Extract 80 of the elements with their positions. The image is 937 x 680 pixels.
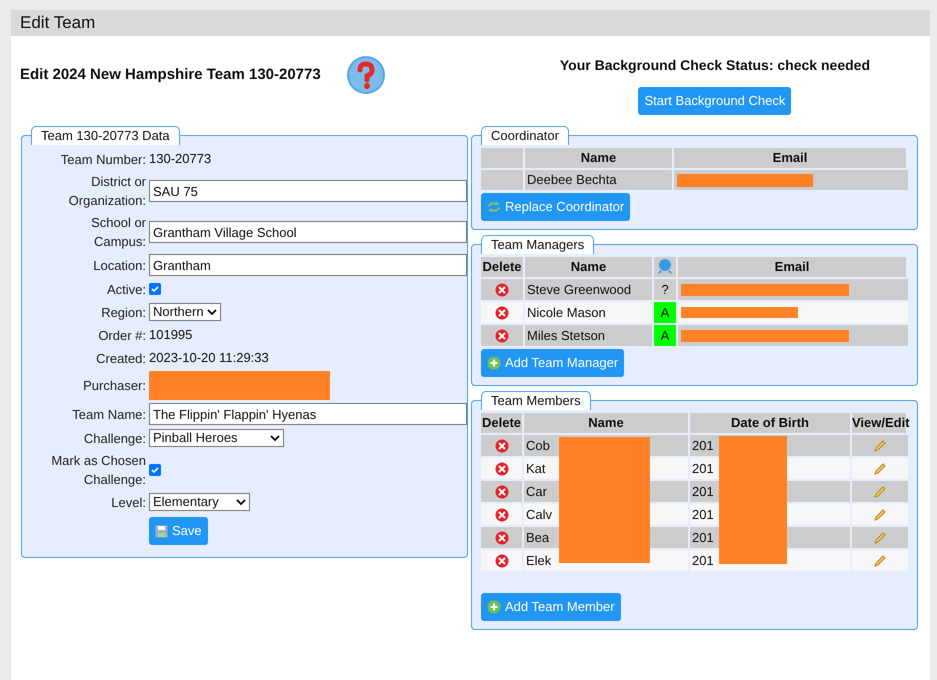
panel-legend: Team 130-20773 Data bbox=[31, 126, 180, 145]
chevron-down-icon bbox=[270, 434, 280, 442]
field-value: 101995 bbox=[149, 326, 192, 344]
table-cell: 201 bbox=[692, 484, 714, 499]
field-label: Purchaser: bbox=[83, 378, 146, 393]
delete-icon[interactable] bbox=[495, 282, 509, 296]
checkbox[interactable] bbox=[149, 283, 161, 295]
field-value: 2023-10-20 11:29:33 bbox=[149, 349, 269, 368]
field-label: District or Organization: bbox=[68, 174, 146, 208]
table-cell: Kat bbox=[526, 461, 546, 476]
table-cell: Steve Greenwood bbox=[525, 279, 654, 300]
table-cell: 201 bbox=[692, 507, 714, 522]
dropdown[interactable]: Northern bbox=[149, 303, 221, 321]
plus-icon bbox=[487, 356, 501, 370]
award-badge-icon bbox=[656, 258, 674, 276]
table-cell: Nicole Mason bbox=[525, 302, 654, 323]
pencil-icon[interactable] bbox=[873, 462, 887, 476]
dropdown[interactable]: Elementary bbox=[149, 493, 250, 511]
field-label: Team Number: bbox=[60, 152, 146, 166]
clearance-code: ? bbox=[660, 281, 670, 299]
field-label: Created: bbox=[96, 350, 146, 366]
help-icon[interactable] bbox=[346, 55, 386, 95]
column-header: Name bbox=[525, 257, 654, 277]
field-label: Team Name: bbox=[72, 406, 146, 422]
column-header: Delete bbox=[481, 413, 524, 433]
field-label: Active: bbox=[106, 282, 146, 296]
pencil-icon[interactable] bbox=[873, 554, 887, 568]
dropdown[interactable]: Pinball Heroes bbox=[149, 429, 284, 447]
input-field[interactable]: Grantham bbox=[149, 254, 467, 276]
panel-legend: Coordinator bbox=[481, 126, 569, 145]
delete-icon[interactable] bbox=[494, 462, 508, 476]
table-cell: Miles Stetson bbox=[525, 325, 654, 346]
column-header: View/Edit bbox=[852, 413, 908, 433]
table-cell: 201 bbox=[692, 438, 714, 453]
field-label: Challenge: bbox=[84, 430, 146, 446]
input-field[interactable]: The Flippin' Flappin' Hyenas bbox=[149, 403, 467, 425]
delete-icon[interactable] bbox=[494, 508, 508, 522]
page-header: Edit Team bbox=[11, 10, 930, 36]
field-label: Level: bbox=[111, 494, 146, 510]
column-header: Date of Birth bbox=[690, 413, 852, 433]
table-cell: 201 bbox=[692, 530, 714, 545]
field-label: Location: bbox=[93, 258, 146, 272]
status-text: Your Background Check Status: check needed bbox=[560, 56, 870, 75]
chevron-down-icon bbox=[207, 308, 217, 316]
table-cell: Elek bbox=[526, 553, 552, 568]
column-header: Name bbox=[525, 148, 674, 168]
column-header: Email bbox=[678, 257, 908, 277]
field-label: Mark as Chosen Challenge: bbox=[51, 453, 146, 487]
field-label: School or Campus: bbox=[91, 215, 146, 249]
field-label: Order #: bbox=[98, 328, 146, 342]
refresh-icon bbox=[487, 201, 501, 213]
input-field[interactable]: SAU 75 bbox=[149, 180, 467, 202]
table-cell: 201 bbox=[692, 553, 714, 568]
delete-icon[interactable] bbox=[494, 530, 508, 544]
pencil-icon[interactable] bbox=[873, 508, 887, 522]
field-label: Region: bbox=[101, 304, 146, 320]
checkbox[interactable] bbox=[149, 464, 161, 476]
delete-icon[interactable] bbox=[494, 484, 508, 498]
input-field[interactable]: Grantham Village School bbox=[149, 221, 467, 243]
table-cell: Cob bbox=[526, 438, 550, 453]
column-header: Delete bbox=[481, 257, 525, 277]
table-cell: Deebee Bechta bbox=[525, 170, 674, 190]
clearance-code: A bbox=[654, 325, 676, 346]
chevron-down-icon bbox=[236, 498, 246, 506]
page-title: Edit 2024 New Hampshire Team 130-20773 bbox=[20, 64, 321, 85]
delete-icon[interactable] bbox=[494, 438, 508, 452]
panel-legend: Team Managers bbox=[481, 235, 594, 254]
plus-icon bbox=[487, 600, 501, 614]
table-cell: Car bbox=[526, 484, 547, 499]
table-cell: Bea bbox=[526, 530, 550, 545]
column-header: Email bbox=[674, 148, 908, 168]
table-cell: 201 bbox=[692, 461, 714, 476]
delete-icon[interactable] bbox=[495, 306, 509, 320]
clearance-code: A bbox=[654, 302, 676, 323]
delete-icon[interactable] bbox=[494, 554, 508, 568]
panel-legend: Team Members bbox=[481, 391, 591, 410]
column-header: Name bbox=[524, 413, 690, 433]
field-value: 130-20773 bbox=[149, 150, 212, 168]
table-cell: Calv bbox=[526, 507, 552, 522]
delete-icon[interactable] bbox=[495, 328, 509, 342]
